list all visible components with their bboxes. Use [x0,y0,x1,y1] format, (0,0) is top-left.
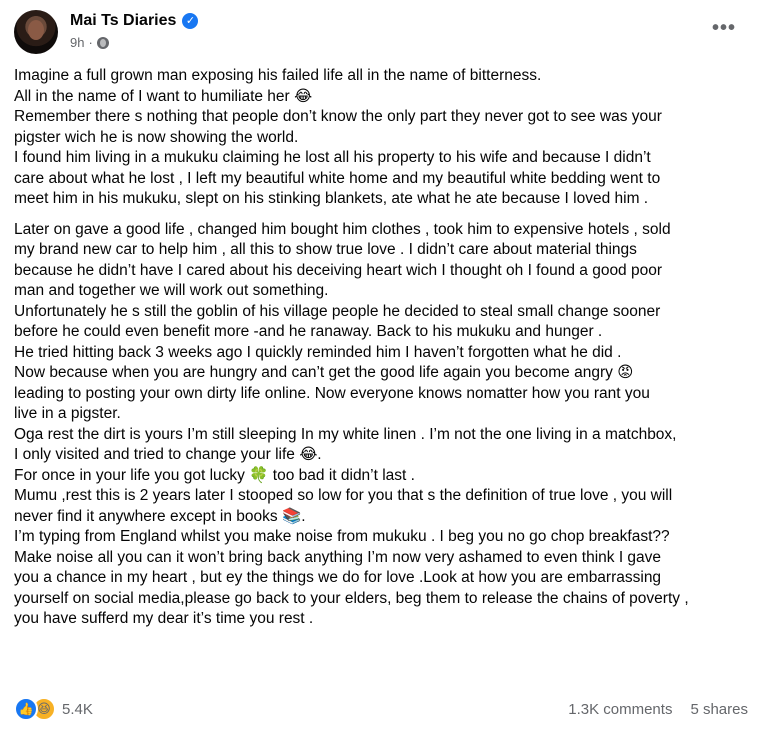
post-paragraph-2: Later on gave a good life , changed him … [14,220,748,630]
author-avatar[interactable] [14,10,58,54]
post-line: you have sufferd my dear it’s time you r… [14,610,314,627]
post-line: Later on gave a good life , changed him … [14,220,671,238]
post-line: yourself on social media,please go back … [14,589,689,607]
shares-count[interactable]: 5 shares [690,701,748,718]
post-line: care about what he lost , I left my beau… [14,169,661,187]
post-line: All in the name of I want to humiliate h… [14,87,313,105]
post-body: Imagine a full grown man exposing his fa… [14,66,748,630]
post-line: Now because when you are hungry and can’… [14,364,634,381]
globe-icon [96,36,109,49]
post-line: Imagine a full grown man exposing his fa… [14,67,542,84]
post-paragraph-1: Imagine a full grown man exposing his fa… [14,66,748,210]
reaction-count: 5.4K [62,700,93,718]
comments-count[interactable]: 1.3K comments [568,701,672,718]
like-icon: 👍 [14,697,38,721]
post-line: Remember there s nothing that people don… [14,108,662,125]
post-line: I’m typing from England whilst you make … [14,528,670,545]
post-line: For once in your life you got lucky 🍀 to… [14,466,415,484]
post-footer: 👍 😆 5.4K 1.3K comments 5 shares [14,697,748,721]
post-line: I found him living in a mukuku claiming … [14,149,651,166]
post-line: Oga rest the dirt is yours I’m still sle… [14,425,677,443]
post-time[interactable]: 9h [70,35,84,50]
post-line: never find it anywhere except in books 📚… [14,507,306,525]
post-line: meet him in his mukuku, slept on his sti… [14,190,649,207]
post-line: I only visited and tried to change your … [14,446,322,463]
post-line: Make noise all you can it won’t bring ba… [14,548,662,566]
post-header: Mai Ts Diaries ✓ 9h · ••• [14,8,748,58]
post-line: because he didn’t have I cared about his… [14,261,663,279]
engagement-stats: 1.3K comments 5 shares [568,701,748,718]
facebook-post: Mai Ts Diaries ✓ 9h · ••• Imagine a full… [0,0,762,730]
post-line: pigster wich he is now showing the world… [14,128,299,146]
post-meta: 9h · [70,35,109,50]
author-row: Mai Ts Diaries ✓ [70,12,199,30]
post-line: live in a pigster. [14,405,121,422]
post-line: He tried hitting back 3 weeks ago I quic… [14,343,622,361]
more-options-icon[interactable]: ••• [708,18,740,42]
post-line: before he could even benefit more -and h… [14,323,603,340]
post-line: Mumu ,rest this is 2 years later I stoop… [14,487,673,504]
post-line: man and together we will work out someth… [14,282,329,299]
post-line: my brand new car to help him , all this … [14,241,637,258]
post-line: Unfortunately he s still the goblin of h… [14,302,661,320]
post-line: leading to posting your own dirty life o… [14,384,650,402]
separator-dot: · [88,35,93,50]
post-line: you a chance in my heart , but ey the th… [14,569,662,586]
author-name[interactable]: Mai Ts Diaries [70,12,176,30]
verified-badge-icon: ✓ [182,13,199,29]
reactions-summary[interactable]: 👍 😆 5.4K [14,697,93,721]
reaction-icons: 👍 😆 [14,697,56,721]
